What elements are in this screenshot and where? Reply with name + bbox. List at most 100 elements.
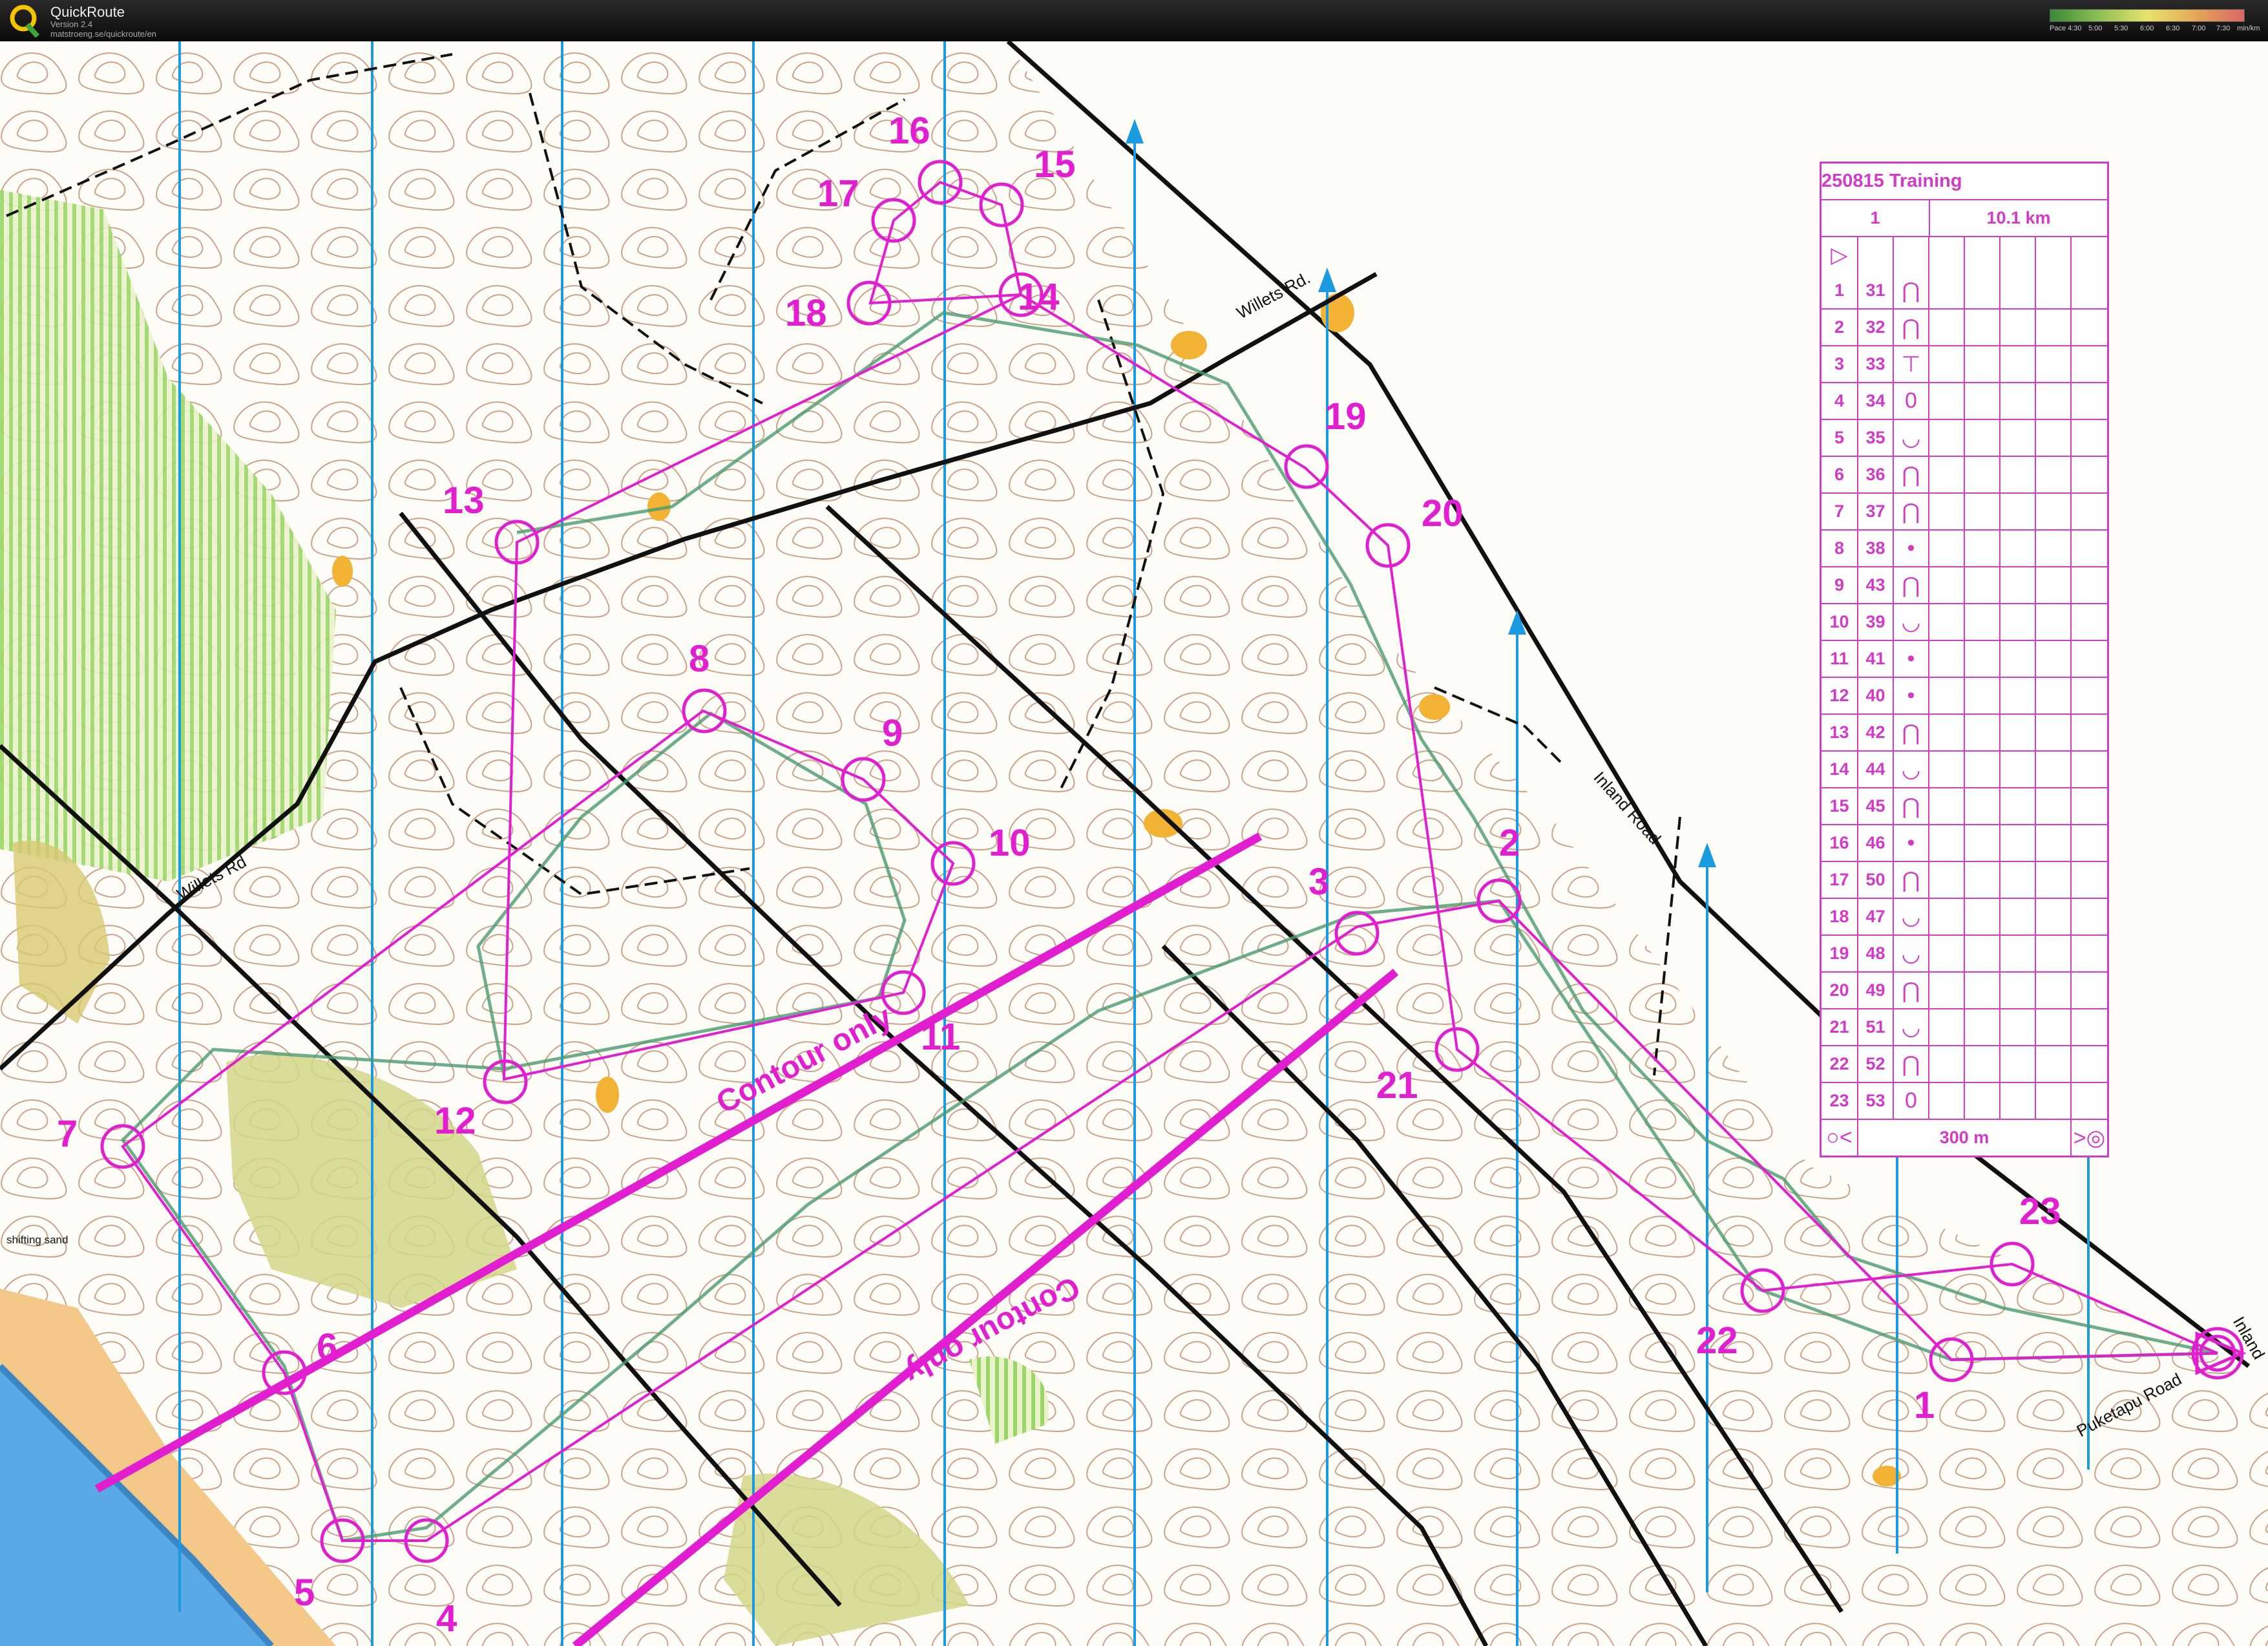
desc-empty-cell xyxy=(1964,383,1999,419)
feature-symbol-icon: ⊤ xyxy=(1893,346,1928,382)
desc-empty-cell xyxy=(1928,457,1964,492)
pace-label: 7:00 xyxy=(2192,25,2206,32)
desc-empty-cell xyxy=(1928,604,1964,640)
control-code: 47 xyxy=(1857,899,1893,934)
desc-control-row: 2 32 ⋂ xyxy=(1822,308,2107,345)
control-code: 35 xyxy=(1857,420,1893,456)
feature-symbol-icon: ◡ xyxy=(1893,420,1928,456)
control-code: 42 xyxy=(1857,715,1893,750)
feature-symbol-icon: ⋂ xyxy=(1893,494,1928,529)
desc-control-row: 4 34 0 xyxy=(1822,382,2107,419)
desc-empty-cell xyxy=(2070,788,2107,824)
desc-empty-cell xyxy=(1999,604,2035,640)
pace-label: Pace 4:30 xyxy=(2050,25,2082,32)
pace-label: 5:00 xyxy=(2088,25,2103,32)
desc-empty-cell xyxy=(2035,715,2070,750)
desc-empty-cell xyxy=(1928,1009,1964,1045)
pace-color-bar xyxy=(2050,9,2245,22)
desc-empty-cell xyxy=(2070,1009,2107,1045)
desc-empty-cell xyxy=(1999,420,2035,456)
pace-label: 7:30 xyxy=(2216,25,2231,32)
control-code: 52 xyxy=(1857,1046,1893,1082)
feature-symbol-icon: ◡ xyxy=(1893,1009,1928,1045)
desc-empty-cell xyxy=(1999,973,2035,1008)
desc-course-row: 1 10.1 km xyxy=(1822,199,2107,236)
desc-start-row: ▷ xyxy=(1822,236,2107,273)
desc-control-row: 17 50 ⋂ xyxy=(1822,861,2107,898)
orienteering-map[interactable]: 1 2 3 4 5 6 7 8 9 10 11 12 13 14 15 16 1… xyxy=(0,41,2268,1646)
feature-symbol-icon: ⋂ xyxy=(1893,1046,1928,1082)
desc-control-row: 20 49 ⋂ xyxy=(1822,971,2107,1008)
desc-empty-cell xyxy=(2035,310,2070,345)
control-description-sheet: 250815 Training 1 10.1 km ▷ 1 31 ⋂ 2 32 ⋂ 3 33 ⊤… xyxy=(1820,162,2109,1157)
desc-empty-cell xyxy=(1928,641,1964,677)
control-order: 10 xyxy=(1829,612,1849,631)
control-number: 22 xyxy=(1696,1320,1738,1362)
control-code: 40 xyxy=(1857,678,1893,713)
finish-right-icon: >◎ xyxy=(2070,1120,2107,1155)
desc-empty-cell xyxy=(1999,567,2035,603)
desc-empty-cell xyxy=(2035,494,2070,529)
desc-empty-cell xyxy=(1999,788,2035,824)
desc-empty-cell xyxy=(2070,715,2107,750)
desc-empty-cell xyxy=(1999,825,2035,861)
desc-control-row: 3 33 ⊤ xyxy=(1822,345,2107,382)
desc-empty-cell xyxy=(2070,383,2107,419)
desc-empty-cell xyxy=(2035,825,2070,861)
desc-control-row: 12 40 • xyxy=(1822,677,2107,713)
control-order: 23 xyxy=(1829,1091,1849,1110)
desc-control-row: 7 37 ⋂ xyxy=(1822,492,2107,529)
control-number: 18 xyxy=(785,292,827,334)
desc-empty-cell xyxy=(1964,310,1999,345)
feature-symbol-icon: 0 xyxy=(1893,383,1928,419)
feature-symbol-icon: • xyxy=(1893,678,1928,713)
control-code: 31 xyxy=(1857,273,1893,308)
desc-finish-row: ○< 300 m >◎ xyxy=(1822,1119,2107,1155)
desc-empty-cell xyxy=(1999,936,2035,971)
desc-control-row: 5 35 ◡ xyxy=(1822,419,2107,456)
control-code: 44 xyxy=(1857,752,1893,787)
desc-empty-cell xyxy=(1999,752,2035,787)
desc-empty-cell xyxy=(1964,604,1999,640)
feature-symbol-icon: ◡ xyxy=(1893,899,1928,934)
desc-empty-cell xyxy=(1999,641,2035,677)
course-name: 1 xyxy=(1870,208,1880,227)
control-number: 14 xyxy=(1018,276,1060,318)
desc-empty-cell xyxy=(2070,752,2107,787)
desc-empty-cell xyxy=(2035,457,2070,492)
app-version: Version 2.4 xyxy=(50,19,93,29)
control-code: 34 xyxy=(1857,383,1893,419)
desc-control-row: 11 41 • xyxy=(1822,640,2107,677)
desc-empty-cell xyxy=(2035,604,2070,640)
desc-empty-cell xyxy=(2035,641,2070,677)
control-code: 41 xyxy=(1857,641,1893,677)
feature-symbol-icon: ⋂ xyxy=(1893,973,1928,1008)
control-code: 45 xyxy=(1857,788,1893,824)
control-order: 8 xyxy=(1834,538,1845,558)
desc-empty-cell xyxy=(2070,862,2107,898)
control-number: 19 xyxy=(1325,396,1367,438)
control-number: 5 xyxy=(294,1572,315,1614)
control-order: 5 xyxy=(1834,428,1845,447)
desc-empty-cell xyxy=(2070,899,2107,934)
desc-empty-cell xyxy=(1999,310,2035,345)
desc-empty-cell xyxy=(2070,641,2107,677)
desc-control-row: 19 48 ◡ xyxy=(1822,934,2107,971)
desc-empty-cell xyxy=(1964,825,1999,861)
desc-empty-cell xyxy=(2035,788,2070,824)
desc-empty-cell xyxy=(1999,494,2035,529)
desc-empty-cell xyxy=(1999,1083,2035,1119)
desc-empty-cell xyxy=(2070,531,2107,566)
control-order: 11 xyxy=(1830,649,1849,668)
control-number: 4 xyxy=(436,1598,457,1640)
desc-empty-cell xyxy=(2070,604,2107,640)
desc-empty-cell xyxy=(1964,899,1999,934)
desc-control-row: 14 44 ◡ xyxy=(1822,750,2107,787)
control-number: 1 xyxy=(1914,1384,1935,1426)
control-order: 3 xyxy=(1834,354,1845,374)
control-number: 9 xyxy=(882,712,903,754)
control-order: 2 xyxy=(1834,317,1845,337)
control-code: 32 xyxy=(1857,310,1893,345)
desc-empty-cell xyxy=(2070,1046,2107,1082)
feature-symbol-icon: ⋂ xyxy=(1893,567,1928,603)
